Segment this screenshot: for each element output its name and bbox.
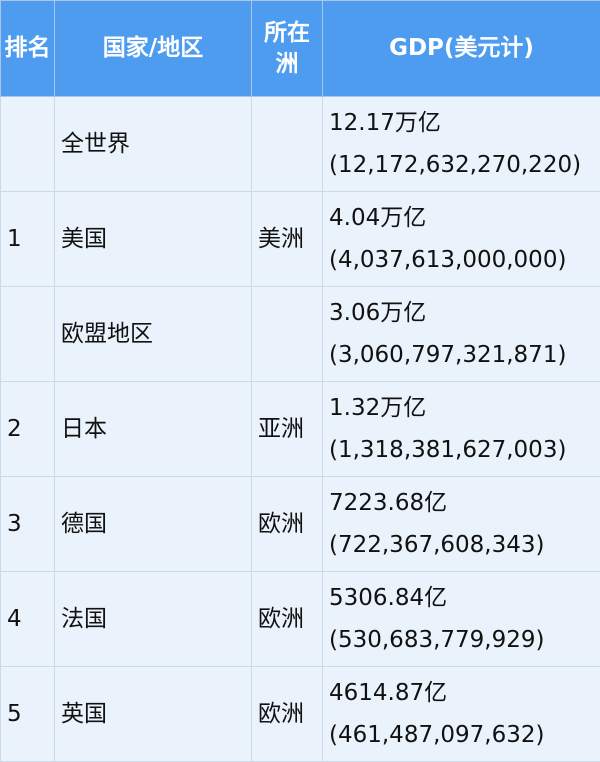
- header-gdp[interactable]: GDP(美元计): [323, 1, 600, 97]
- table-row: 全世界 12.17万亿 (12,172,632,270,220): [1, 97, 600, 192]
- country-cell: 日本: [55, 382, 252, 477]
- table-row: 1 美国 美洲 4.04万亿 (4,037,613,000,000): [1, 192, 600, 287]
- country-cell: 法国: [55, 572, 252, 667]
- gdp-full: (530,683,779,929): [329, 619, 594, 661]
- gdp-short: 3.06万亿: [329, 292, 594, 334]
- gdp-full: (3,060,797,321,871): [329, 334, 594, 376]
- rank-cell: [1, 287, 55, 382]
- gdp-full: (1,318,381,627,003): [329, 429, 594, 471]
- country-cell: 欧盟地区: [55, 287, 252, 382]
- table-row: 欧盟地区 3.06万亿 (3,060,797,321,871): [1, 287, 600, 382]
- rank-cell: 1: [1, 192, 55, 287]
- table-row: 5 英国 欧洲 4614.87亿 (461,487,097,632): [1, 667, 600, 762]
- gdp-short: 4.04万亿: [329, 197, 594, 239]
- country-cell: 德国: [55, 477, 252, 572]
- country-cell: 美国: [55, 192, 252, 287]
- country-cell: 英国: [55, 667, 252, 762]
- rank-cell: 2: [1, 382, 55, 477]
- rank-cell: 5: [1, 667, 55, 762]
- continent-cell: [252, 97, 323, 192]
- table-row: 2 日本 亚洲 1.32万亿 (1,318,381,627,003): [1, 382, 600, 477]
- gdp-cell: 4.04万亿 (4,037,613,000,000): [323, 192, 600, 287]
- header-country[interactable]: 国家/地区: [55, 1, 252, 97]
- gdp-cell: 4614.87亿 (461,487,097,632): [323, 667, 600, 762]
- rank-cell: 4: [1, 572, 55, 667]
- table-row: 4 法国 欧洲 5306.84亿 (530,683,779,929): [1, 572, 600, 667]
- gdp-ranking-table: 排名 国家/地区 所在洲 GDP(美元计) 全世界 12.17万亿 (12,17…: [0, 0, 600, 762]
- country-cell: 全世界: [55, 97, 252, 192]
- rank-cell: [1, 97, 55, 192]
- header-row: 排名 国家/地区 所在洲 GDP(美元计): [1, 1, 600, 97]
- gdp-cell: 7223.68亿 (722,367,608,343): [323, 477, 600, 572]
- gdp-full: (722,367,608,343): [329, 524, 594, 566]
- rank-cell: 3: [1, 477, 55, 572]
- gdp-short: 12.17万亿: [329, 102, 594, 144]
- continent-cell: 欧洲: [252, 572, 323, 667]
- continent-cell: 美洲: [252, 192, 323, 287]
- gdp-short: 4614.87亿: [329, 672, 594, 714]
- gdp-cell: 3.06万亿 (3,060,797,321,871): [323, 287, 600, 382]
- gdp-full: (12,172,632,270,220): [329, 144, 594, 186]
- header-continent[interactable]: 所在洲: [252, 1, 323, 97]
- gdp-short: 1.32万亿: [329, 387, 594, 429]
- continent-cell: 欧洲: [252, 667, 323, 762]
- continent-cell: [252, 287, 323, 382]
- table-row: 3 德国 欧洲 7223.68亿 (722,367,608,343): [1, 477, 600, 572]
- continent-cell: 亚洲: [252, 382, 323, 477]
- gdp-cell: 12.17万亿 (12,172,632,270,220): [323, 97, 600, 192]
- header-rank[interactable]: 排名: [1, 1, 55, 97]
- gdp-cell: 5306.84亿 (530,683,779,929): [323, 572, 600, 667]
- gdp-short: 7223.68亿: [329, 482, 594, 524]
- gdp-full: (4,037,613,000,000): [329, 239, 594, 281]
- continent-cell: 欧洲: [252, 477, 323, 572]
- gdp-full: (461,487,097,632): [329, 714, 594, 756]
- gdp-short: 5306.84亿: [329, 577, 594, 619]
- gdp-cell: 1.32万亿 (1,318,381,627,003): [323, 382, 600, 477]
